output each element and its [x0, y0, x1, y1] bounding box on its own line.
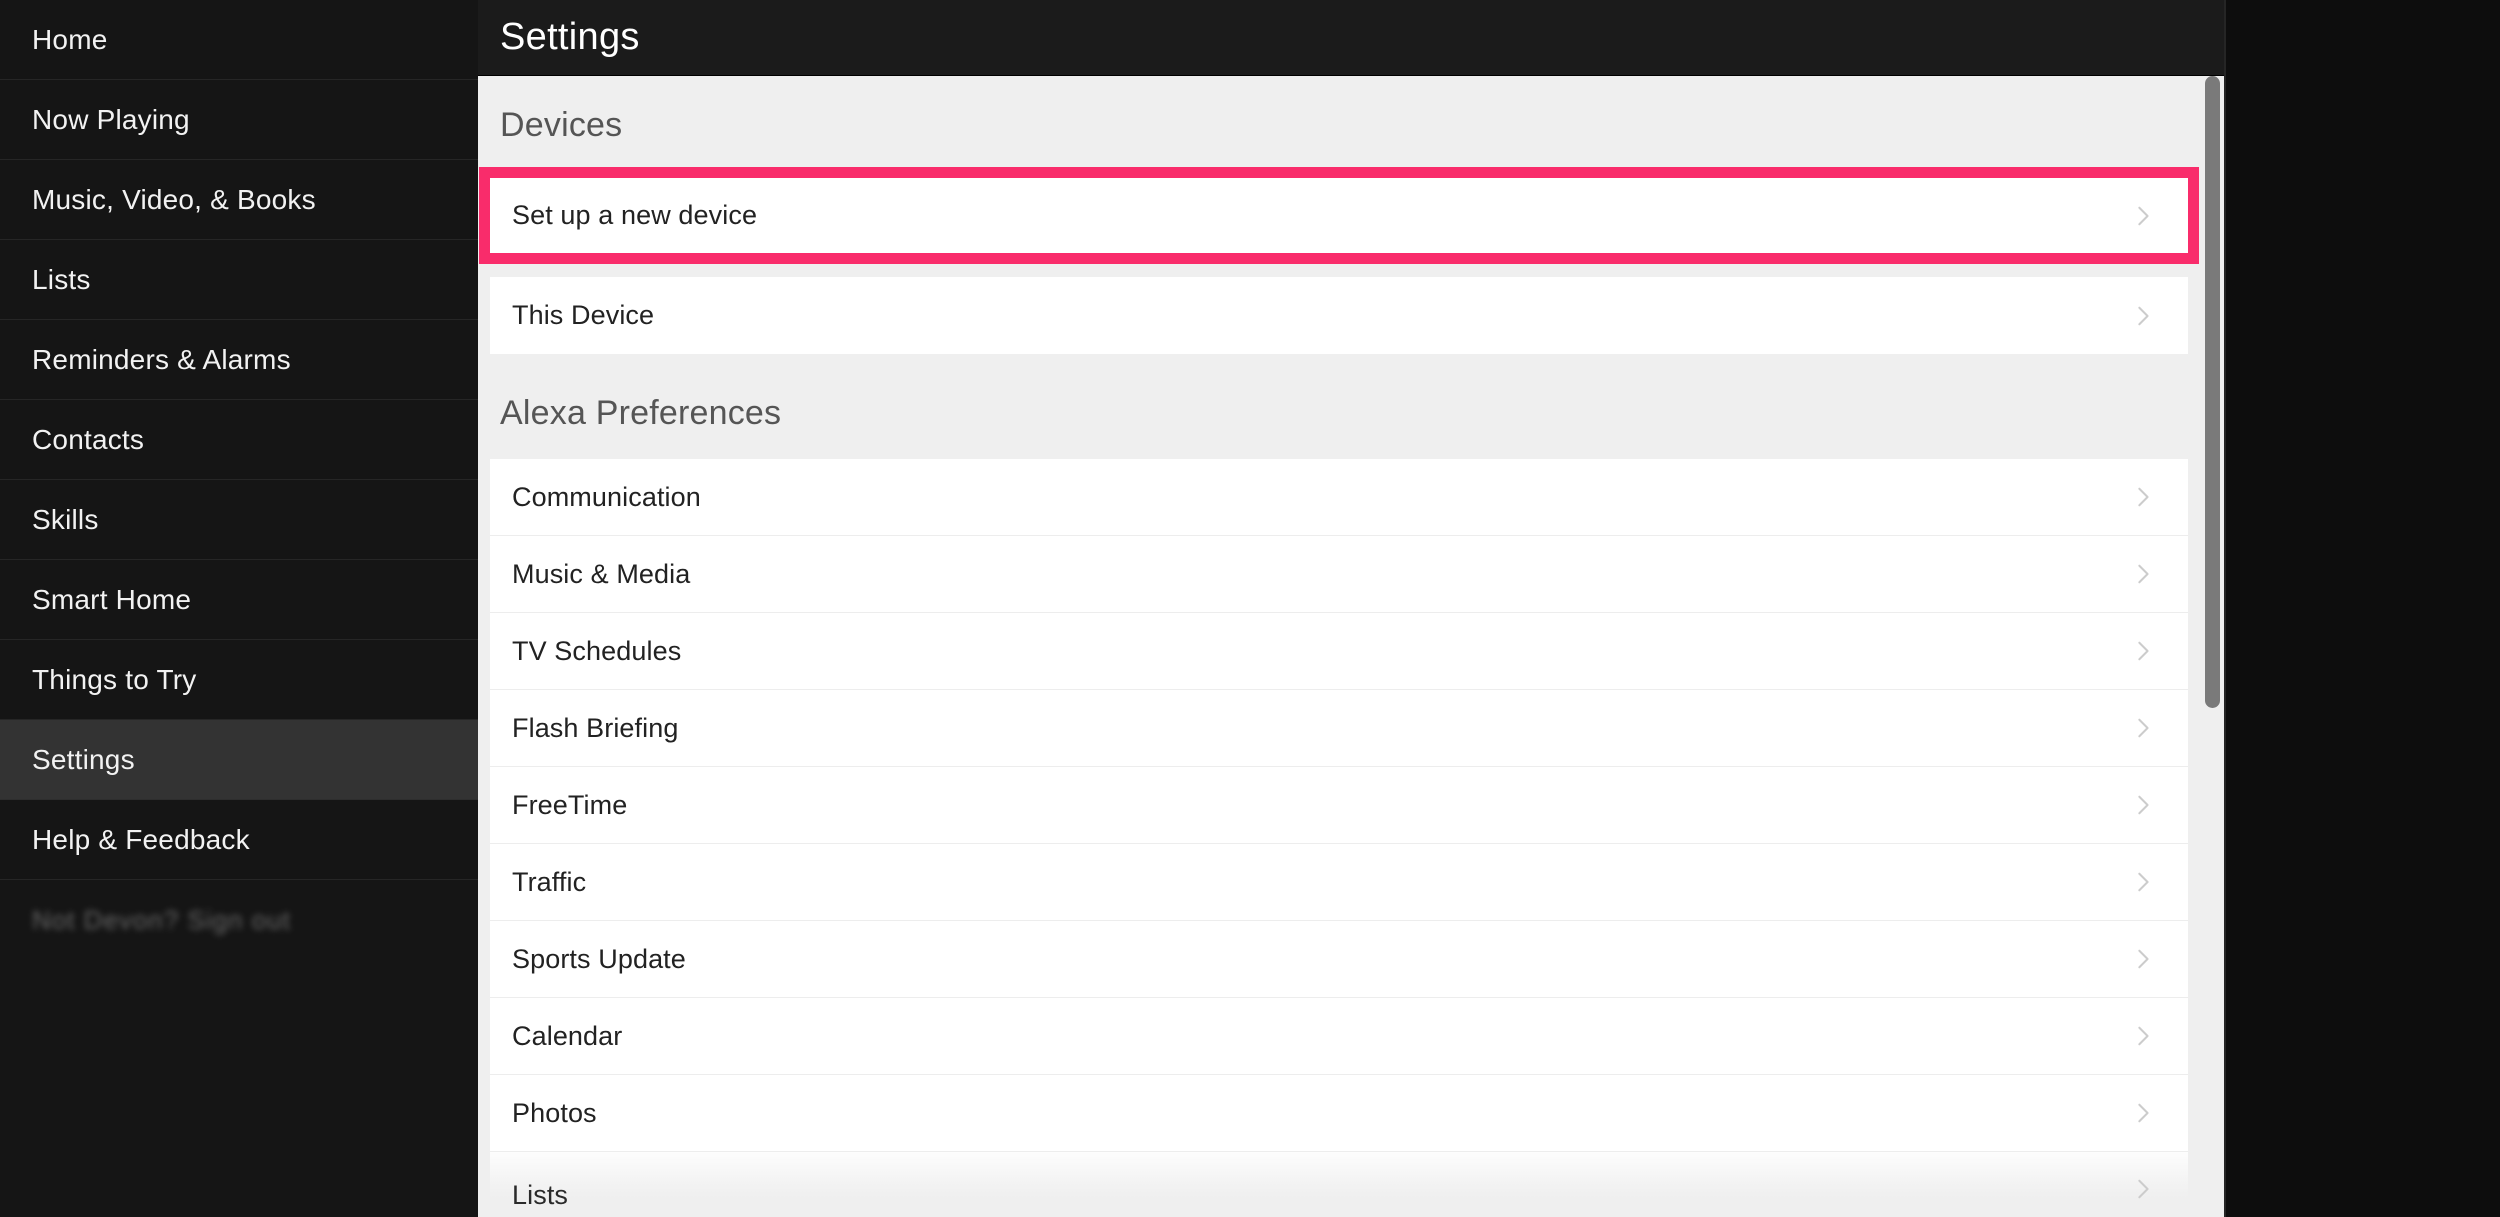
settings-row-label: FreeTime [512, 789, 628, 820]
sidebar-item-label: Things to Try [32, 663, 197, 695]
settings-row-tv-schedules[interactable]: TV Schedules [490, 613, 2188, 690]
sidebar-item-help-feedback[interactable]: Help & Feedback [0, 800, 478, 880]
settings-row-label: Traffic [512, 866, 587, 897]
section-card-alexa-preferences: Communication Music & Media TV Schedules Fl… [490, 459, 2188, 1210]
scrollbar-thumb[interactable] [2205, 76, 2220, 708]
sidebar-item-home[interactable]: Home [0, 0, 478, 80]
settings-row-lists[interactable]: Lists [490, 1152, 2188, 1210]
settings-row-music-media[interactable]: Music & Media [490, 536, 2188, 613]
sidebar-item-label: Reminders & Alarms [32, 343, 291, 375]
settings-row-traffic[interactable]: Traffic [490, 844, 2188, 921]
sidebar-item-contacts[interactable]: Contacts [0, 400, 478, 480]
page-header: Settings [478, 0, 2224, 76]
settings-row-flash-briefing[interactable]: Flash Briefing [490, 690, 2188, 767]
sidebar-item-label: Now Playing [32, 103, 190, 135]
chevron-right-icon [2132, 486, 2154, 508]
sidebar-item-label: Home [32, 23, 108, 55]
settings-row-sports-update[interactable]: Sports Update [490, 921, 2188, 998]
sidebar-item-label: Help & Feedback [32, 823, 250, 855]
sidebar-item-label: Skills [32, 503, 99, 535]
settings-row-label: Communication [512, 481, 701, 512]
sidebar-item-label: Contacts [32, 423, 145, 455]
content-scrollbar[interactable] [2202, 76, 2222, 1217]
section-card-devices: Set up a new device This Device [490, 178, 2188, 354]
settings-row-label: Calendar [512, 1020, 623, 1051]
sidebar-item-skills[interactable]: Skills [0, 480, 478, 560]
settings-row-label: Set up a new device [512, 200, 758, 230]
chevron-right-icon [2132, 871, 2154, 893]
chevron-right-icon [2132, 948, 2154, 970]
sidebar-item-label: Lists [32, 263, 91, 295]
row-gap [490, 264, 2188, 277]
sidebar-item-reminders-alarms[interactable]: Reminders & Alarms [0, 320, 478, 400]
chevron-right-icon [2132, 1102, 2154, 1124]
chevron-right-icon [2132, 640, 2154, 662]
page-title: Settings [500, 16, 640, 58]
section-header-devices: Devices [478, 76, 2224, 167]
sidebar-item-lists[interactable]: Lists [0, 240, 478, 320]
chevron-right-icon [2132, 717, 2154, 739]
sidebar-item-things-to-try[interactable]: Things to Try [0, 640, 478, 720]
sign-out-label: Not Devon? Sign out [32, 904, 291, 935]
sidebar-item-label: Music, Video, & Books [32, 183, 316, 215]
settings-row-label: Music & Media [512, 558, 691, 589]
settings-row-label: This Device [512, 300, 655, 330]
app-window: Home Now Playing Music, Video, & Books List… [0, 0, 2500, 1217]
sidebar-item-label: Smart Home [32, 583, 192, 615]
sidebar-item-label: Settings [32, 743, 135, 775]
settings-row-photos[interactable]: Photos [490, 1075, 2188, 1152]
settings-row-calendar[interactable]: Calendar [490, 998, 2188, 1075]
sidebar-navigation: Home Now Playing Music, Video, & Books List… [0, 0, 478, 1217]
chevron-right-icon [2132, 794, 2154, 816]
chevron-right-icon [2132, 563, 2154, 585]
chevron-right-icon [2132, 305, 2154, 327]
sidebar-item-now-playing[interactable]: Now Playing [0, 80, 478, 160]
sidebar-item-music-video-books[interactable]: Music, Video, & Books [0, 160, 478, 240]
settings-row-label: Photos [512, 1097, 597, 1128]
chevron-right-icon [2132, 1025, 2154, 1047]
settings-row-communication[interactable]: Communication [490, 459, 2188, 536]
sidebar-item-settings[interactable]: Settings [0, 720, 478, 800]
right-dark-pane [2224, 0, 2500, 1217]
settings-scroll-content: Devices Set up a new device This Device Ale… [478, 76, 2224, 1210]
right-pane-edge [2224, 0, 2226, 1217]
settings-row-label: Flash Briefing [512, 712, 679, 743]
settings-row-freetime[interactable]: FreeTime [490, 767, 2188, 844]
settings-row-label: TV Schedules [512, 635, 682, 666]
settings-content-panel: Devices Set up a new device This Device Ale… [478, 76, 2224, 1217]
chevron-right-icon [2132, 1178, 2154, 1200]
settings-row-this-device[interactable]: This Device [490, 277, 2188, 354]
section-header-alexa-preferences: Alexa Preferences [478, 354, 2224, 459]
chevron-right-icon [2132, 205, 2154, 227]
sign-out-row[interactable]: Not Devon? Sign out [0, 880, 478, 960]
settings-row-set-up-a-new-device[interactable]: Set up a new device [490, 178, 2188, 253]
sidebar-item-smart-home[interactable]: Smart Home [0, 560, 478, 640]
settings-row-label: Sports Update [512, 943, 686, 974]
settings-row-label: Lists [512, 1180, 569, 1210]
